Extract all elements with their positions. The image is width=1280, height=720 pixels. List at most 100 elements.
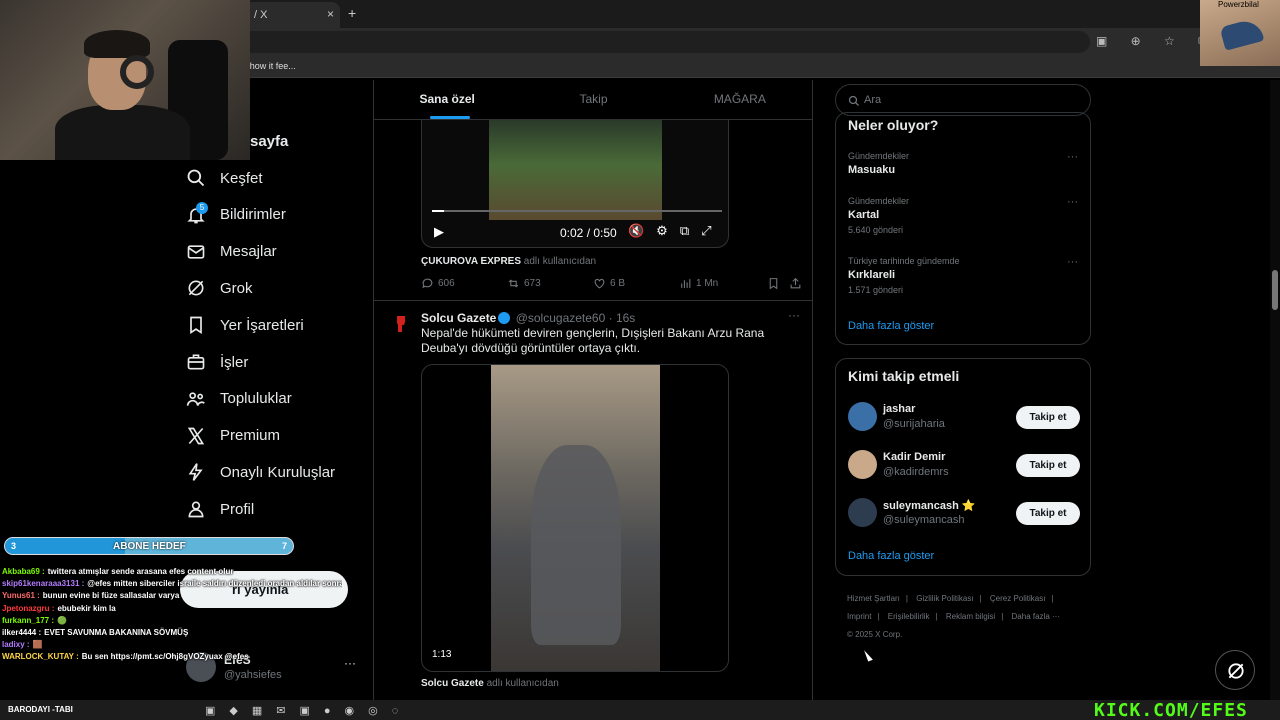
chat-username[interactable]: Akbaba69 :	[2, 567, 45, 576]
video-player[interactable]: ▶ 0:02 / 0:50 🔇⚙⧉⤢	[421, 120, 729, 248]
show-more-trends-link[interactable]: Daha fazla göster	[848, 320, 934, 332]
play-icon[interactable]: ▶	[434, 224, 444, 240]
taskbar: BARODAYI -TABI ▣◆▦✉▣●◉◎◌	[0, 700, 1280, 720]
grok-button[interactable]	[1215, 650, 1255, 690]
repost-button[interactable]: 673	[507, 277, 541, 290]
footer-link[interactable]: Erişilebilirlik	[888, 612, 930, 621]
more-icon[interactable]: ···	[788, 308, 800, 322]
trends-title: Neler oluyor?	[848, 117, 939, 133]
sidebar-item-7[interactable]: Topluluklar	[186, 384, 292, 414]
bookmark-button[interactable]	[767, 277, 784, 290]
footer-link[interactable]: Çerez Politikası	[990, 594, 1046, 603]
footer-link[interactable]: Reklam bilgisi	[946, 612, 995, 621]
timeline: Sana özel Takip MAĞARA ▶ 0:02 / 0:50 🔇⚙⧉…	[373, 80, 813, 720]
follow-button[interactable]: Takip et	[1016, 406, 1080, 429]
mouse-cursor-icon	[864, 648, 873, 662]
more-icon[interactable]: ···	[1067, 256, 1078, 268]
follow-button[interactable]: Takip et	[1016, 502, 1080, 525]
chat-username[interactable]: WARLOCK_KUTAY :	[2, 652, 79, 661]
chat-text: bunun evine bi füze sallasalar varya	[42, 591, 180, 601]
post-time[interactable]: · 16s	[609, 311, 636, 325]
chat-username[interactable]: skip61kenaraaa3131 :	[2, 579, 84, 588]
tab-magara[interactable]: MAĞARA	[667, 80, 813, 119]
more-icon[interactable]: ···	[1067, 196, 1078, 208]
repost-count: 673	[524, 278, 541, 289]
avatar[interactable]	[388, 310, 414, 336]
suggestion-handle: @suleymancash	[883, 514, 965, 526]
chat-username[interactable]: furkann_177 :	[2, 616, 54, 625]
chat-text: 🟫	[32, 640, 43, 650]
footer-link[interactable]: Daha fazla ···	[1012, 612, 1060, 621]
timeline-tabs: Sana özel Takip MAĞARA	[374, 80, 813, 120]
stream-brand-watermark: KICK.COM/EFES	[1094, 700, 1248, 720]
post-author[interactable]: Solcu Gazete	[421, 311, 496, 325]
source-name[interactable]: Solcu Gazete	[421, 678, 484, 689]
show-more-suggestions-link[interactable]: Daha fazla göster	[848, 550, 934, 562]
new-tab-button[interactable]: +	[348, 5, 356, 21]
follow-suggestion[interactable]: jashar @surijaharia Takip et	[848, 402, 1080, 434]
sidebar-item-label: Onaylı Kuruluşlar	[220, 463, 336, 481]
follow-suggestion[interactable]: Kadir Demir @kadirdemrs Takip et	[848, 450, 1080, 482]
chat-message: Akbaba69 : twittera atmışlar sende arasan…	[2, 566, 342, 578]
tab-for-you[interactable]: Sana özel	[374, 80, 520, 119]
trend-item[interactable]: Gündemdekiler Masuaku ···	[848, 151, 1078, 176]
trend-item[interactable]: Türkiye tarihinde gündemde Kırklareli 1.…	[848, 256, 1078, 295]
chat-text: 🟢	[57, 615, 67, 625]
tab-underline	[430, 116, 470, 119]
like-button[interactable]: 6 B	[593, 277, 625, 290]
follow-suggestion[interactable]: suleymancash ⭐ @suleymancash Takip et	[848, 498, 1080, 530]
suggestion-name: Kadir Demir	[883, 451, 946, 463]
goal-current: 3	[11, 541, 17, 551]
scrollbar-thumb[interactable]	[1272, 270, 1278, 310]
bookmark-item[interactable]: 'how it fee...	[248, 61, 296, 71]
goal-fill	[5, 538, 125, 554]
sidebar-item-label: Bildirimler	[220, 206, 286, 224]
footer-link[interactable]: Gizlilik Politikası	[916, 594, 973, 603]
suggestion-handle: @surijaharia	[883, 418, 945, 430]
sidebar-item-1[interactable]: Keşfet	[186, 163, 263, 193]
video-player[interactable]: 1:13	[421, 364, 729, 672]
tab-following[interactable]: Takip	[520, 80, 666, 119]
video-controls-icons[interactable]: 🔇⚙⧉⤢	[628, 223, 724, 239]
taskbar-label: BARODAYI -TABI	[8, 705, 73, 714]
share-button[interactable]	[789, 277, 806, 290]
sidebar-item-label: Keşfet	[220, 169, 263, 187]
browser-toolbar-icons[interactable]: ▣ ⊕ ☆ ⧉	[1096, 34, 1217, 49]
sidebar-item-3[interactable]: Mesajlar	[186, 237, 277, 267]
video-progress-track[interactable]	[432, 210, 722, 212]
trend-item[interactable]: Gündemdekiler Kartal 5.640 gönderi ···	[848, 196, 1078, 235]
follow-button[interactable]: Takip et	[1016, 454, 1080, 477]
chat-text: twittera atmışlar sende arasana efes con…	[47, 567, 234, 576]
post-handle[interactable]: @solcugazete60	[516, 311, 606, 325]
page-scrollbar[interactable]	[1270, 80, 1280, 700]
nav-home-label[interactable]: sayfa	[250, 133, 288, 150]
chat-username[interactable]: Yunus61 :	[2, 591, 40, 600]
more-icon[interactable]: ···	[344, 656, 356, 670]
video-frame	[491, 365, 660, 671]
tab-label: MAĞARA	[713, 92, 766, 106]
sidebar-item-8[interactable]: Premium	[186, 421, 280, 451]
sidebar-item-4[interactable]: Grok	[186, 273, 253, 303]
views-button[interactable]: 1 Mn	[679, 277, 718, 290]
sidebar-item-10[interactable]: Profil	[186, 494, 254, 524]
sidebar-item-6[interactable]: İşler	[186, 347, 248, 377]
tab-close-icon[interactable]: ×	[327, 7, 334, 21]
sidebar-item-5[interactable]: Yer İşaretleri	[186, 310, 304, 340]
address-input[interactable]	[240, 31, 1090, 53]
sidebar-item-label: Mesajlar	[220, 243, 277, 261]
chat-message: Yunus61 : bunun evine bi füze sallasalar …	[2, 590, 342, 602]
chat-username[interactable]: ilker4444 :	[2, 628, 41, 637]
taskbar-app-icons[interactable]: ▣◆▦✉▣●◉◎◌	[205, 704, 412, 717]
more-icon[interactable]: ···	[1067, 151, 1078, 163]
source-name[interactable]: ÇUKUROVA EXPRES	[421, 256, 521, 267]
browser-tab[interactable]: / X ×	[240, 2, 340, 28]
reply-button[interactable]: 606	[421, 277, 455, 290]
footer-link[interactable]: Hizmet Şartları	[847, 594, 900, 603]
footer-link[interactable]: Imprint	[847, 612, 871, 621]
trend-name: Masuaku	[848, 164, 896, 176]
chat-username[interactable]: ladixy :	[2, 640, 30, 649]
video-frame	[489, 120, 662, 220]
chat-message: furkann_177 : 🟢	[2, 615, 342, 627]
chat-username[interactable]: Jpetonazgru :	[2, 604, 54, 613]
sidebar-item-9[interactable]: Onaylı Kuruluşlar	[186, 457, 335, 487]
